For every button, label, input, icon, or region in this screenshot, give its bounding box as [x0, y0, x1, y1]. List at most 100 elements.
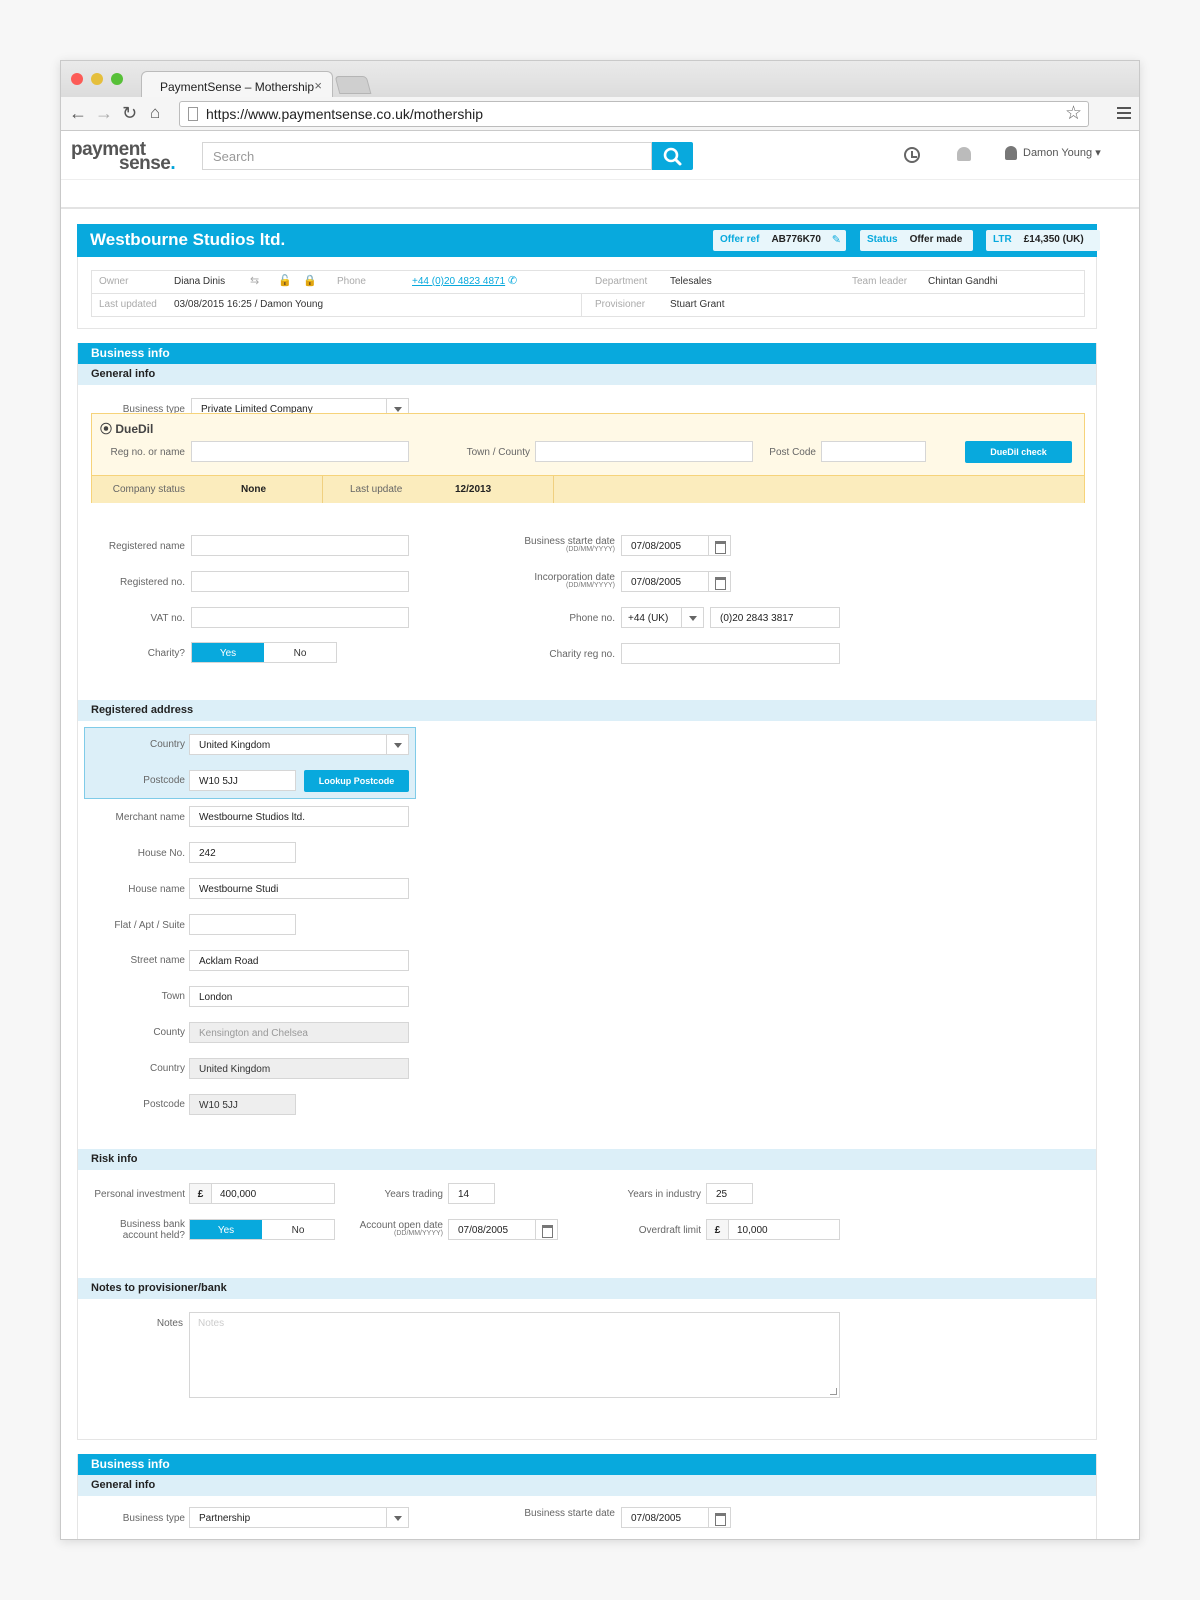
merchant-name-input[interactable]: Westbourne Studios ltd. [189, 806, 409, 827]
vat-input[interactable] [191, 607, 409, 628]
phone-label: Phone [337, 276, 366, 287]
business-info-header-2: Business info [78, 1454, 1096, 1475]
pound-prefix: £ [707, 1220, 729, 1239]
search-input[interactable]: Search [202, 142, 652, 170]
charity-toggle[interactable]: Yes No [191, 642, 337, 663]
paymentsense-logo: payment sense. [71, 139, 176, 174]
bank-account-yes-option[interactable]: Yes [190, 1220, 262, 1239]
postcode2-label: Postcode [143, 1099, 185, 1110]
search-icon [663, 147, 682, 166]
new-tab-button[interactable] [334, 76, 372, 94]
bank-account-toggle[interactable]: Yes No [189, 1219, 335, 1240]
charity-yes-option[interactable]: Yes [192, 643, 264, 662]
ltr-badge: LTR £14,350 (UK) [986, 230, 1100, 251]
postcode-input[interactable]: W10 5JJ [189, 770, 296, 791]
maximize-window-button[interactable] [111, 73, 123, 85]
last-update-value: 12/2013 [455, 484, 492, 495]
history-icon[interactable] [904, 147, 920, 163]
phone-icon[interactable]: ✆ [508, 274, 517, 287]
start-date-input-2[interactable]: 07/08/2005 [621, 1507, 731, 1528]
house-name-input[interactable]: Westbourne Studi [189, 878, 409, 899]
business-info-header: Business info [78, 343, 1096, 364]
country-label: Country [149, 739, 185, 750]
team-leader-value: Chintan Gandhi [928, 276, 998, 287]
last-updated-value: 03/08/2015 16:25 / Damon Young [174, 299, 324, 310]
forward-icon[interactable]: → [95, 103, 113, 123]
edit-icon[interactable]: ✎ [832, 233, 841, 246]
business-type-select-2[interactable]: Partnership [189, 1507, 409, 1528]
risk-info-subheader: Risk info [78, 1149, 1096, 1170]
town-input[interactable]: London [189, 986, 409, 1007]
duedil-town-label: Town / County [466, 447, 530, 458]
registered-no-input[interactable] [191, 571, 409, 592]
home-icon[interactable]: ⌂ [150, 103, 160, 123]
charity-reg-input[interactable] [621, 643, 840, 664]
company-status-value: None [241, 484, 266, 495]
registered-address-subheader: Registered address [78, 700, 1096, 721]
house-no-input[interactable]: 242 [189, 842, 296, 863]
back-icon[interactable]: ← [69, 103, 87, 123]
transfer-icon[interactable]: ⇆ [250, 274, 259, 287]
unlock-icon[interactable]: 🔓 [278, 274, 292, 287]
department-label: Department [595, 276, 648, 287]
years-industry-input[interactable]: 25 [706, 1183, 753, 1204]
address-bar[interactable]: https://www.paymentsense.co.uk/mothershi… [179, 101, 1089, 127]
duedil-check-button[interactable]: DueDil check [965, 441, 1072, 463]
county-input: Kensington and Chelsea [189, 1022, 409, 1043]
minimize-window-button[interactable] [91, 73, 103, 85]
years-trading-input[interactable]: 14 [448, 1183, 495, 1204]
street-input[interactable]: Acklam Road [189, 950, 409, 971]
browser-menu-icon[interactable] [1117, 107, 1131, 122]
flat-input[interactable] [189, 914, 296, 935]
url-text: https://www.paymentsense.co.uk/mothershi… [206, 106, 484, 122]
registered-no-label: Registered no. [119, 577, 185, 588]
user-name: Damon Young [1023, 147, 1093, 159]
country2-label: Country [149, 1063, 185, 1074]
team-leader-label: Team leader [852, 276, 908, 287]
business-type-label-2: Business type [122, 1513, 185, 1524]
account-open-date-input[interactable]: 07/08/2005 [448, 1219, 558, 1240]
record-summary: Owner Diana Dinis ⇆ 🔓 🔒 Phone +44 (0)20 … [77, 257, 1097, 329]
country-select[interactable]: United Kingdom [189, 734, 409, 755]
incorporation-date-label: Incorporation date (DD/MM/YYYY) [534, 572, 615, 589]
duedil-logo: ⦿ DueDil [100, 422, 154, 436]
phone-link[interactable]: +44 (0)20 4823 4871 [412, 276, 505, 287]
duedil-postcode-input[interactable] [821, 441, 926, 462]
lookup-postcode-button[interactable]: Lookup Postcode [304, 770, 409, 792]
calendar-icon [708, 572, 730, 591]
lock-icon[interactable]: 🔒 [303, 274, 317, 287]
start-date-input[interactable]: 07/08/2005 [621, 535, 731, 556]
street-label: Street name [130, 955, 185, 966]
personal-investment-input[interactable]: £400,000 [189, 1183, 335, 1204]
phone-code-select[interactable]: +44 (UK) [621, 607, 704, 628]
chevron-down-icon: ▾ [1095, 147, 1101, 159]
registered-name-input[interactable] [191, 535, 409, 556]
incorporation-date-input[interactable]: 07/08/2005 [621, 571, 731, 592]
general-info-subheader-2: General info [78, 1475, 1096, 1496]
duedil-town-input[interactable] [535, 441, 753, 462]
years-industry-label: Years in industry [627, 1189, 701, 1200]
notes-textarea[interactable]: Notes [189, 1312, 840, 1398]
user-menu[interactable]: Damon Young ▾ [1005, 146, 1101, 161]
page-icon [188, 107, 198, 121]
record-title-bar: Westbourne Studios ltd. Offer ref AB776K7… [77, 224, 1100, 257]
duedil-reg-input[interactable] [191, 441, 409, 462]
close-window-button[interactable] [71, 73, 83, 85]
charity-no-option[interactable]: No [264, 643, 336, 662]
reload-icon[interactable]: ↻ [122, 103, 137, 123]
town-label: Town [161, 991, 185, 1002]
bookmark-star-icon[interactable]: ☆ [1065, 102, 1082, 125]
pound-prefix: £ [190, 1184, 212, 1203]
last-update-label: Last update [350, 484, 403, 495]
search-button[interactable] [652, 142, 693, 170]
start-date-label: Business starte date (DD/MM/YYYY) [524, 536, 615, 553]
phone-no-input[interactable]: (0)20 2843 3817 [710, 607, 840, 628]
bank-account-no-option[interactable]: No [262, 1220, 334, 1239]
calendar-icon [535, 1220, 557, 1239]
browser-window: PaymentSense – Mothership × ← → ↻ ⌂ http… [60, 60, 1140, 1540]
business-info-section-2: Business info General info Business type… [77, 1454, 1097, 1539]
overdraft-input[interactable]: £10,000 [706, 1219, 840, 1240]
tab-close-icon[interactable]: × [314, 78, 322, 93]
notifications-bell-icon[interactable] [957, 147, 971, 161]
browser-tab[interactable]: PaymentSense – Mothership × [141, 71, 333, 98]
